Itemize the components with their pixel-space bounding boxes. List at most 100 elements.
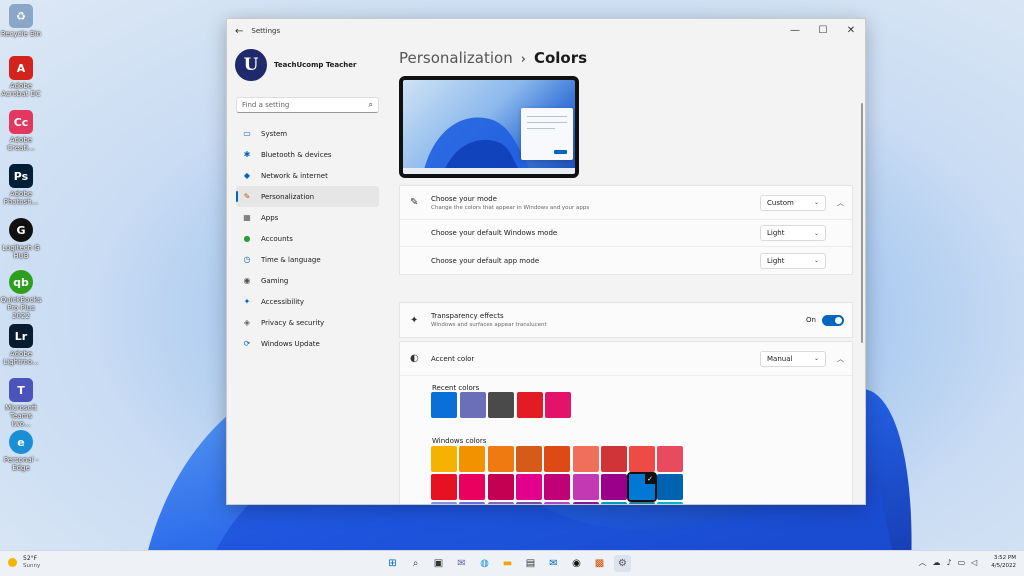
windows-color-swatch[interactable] [459, 502, 486, 504]
windows-color-swatch[interactable] [515, 502, 542, 504]
desktop-icon-lightroom[interactable]: Lr Adobe Lightroo... [0, 324, 42, 366]
microphone-icon[interactable]: ♪ [946, 558, 951, 567]
accent-color-row[interactable]: ◐ Accent color Manual ⌄ ︿ [400, 342, 852, 376]
chevron-up-icon[interactable]: ︿ [837, 198, 844, 208]
desktop-icon-quickbooks[interactable]: qb QuickBooks Pro Plus 2022 [0, 270, 42, 320]
desktop-icon-photoshop[interactable]: Ps Adobe Photosh... [0, 164, 42, 206]
mode-desc: Change the colors that appear in Windows… [431, 204, 590, 211]
windows-color-swatch[interactable] [629, 446, 656, 472]
desktop-icon-adobe-acrobat[interactable]: A Adobe Acrobat DC [0, 56, 42, 98]
sidebar-item-privacy-security[interactable]: ◈ Privacy & security [236, 312, 379, 333]
cloud-icon[interactable]: ☁ [932, 558, 940, 567]
windows-color-swatch[interactable] [600, 474, 627, 500]
windows-color-swatch[interactable] [544, 502, 571, 504]
breadcrumb-parent[interactable]: Personalization [399, 49, 513, 67]
sidebar-item-gaming[interactable]: ◉ Gaming [236, 270, 379, 291]
mail-icon[interactable]: ✉ [545, 555, 562, 572]
windows-color-swatch-selected[interactable]: ✓ [627, 472, 658, 502]
windows-color-swatch[interactable] [600, 502, 627, 504]
clock[interactable]: 3:52 PM 4/5/2022 [991, 554, 1016, 570]
windows-color-swatch[interactable] [600, 446, 627, 472]
desktop-icon-edge[interactable]: e Personal - Edge [0, 430, 42, 472]
windows-color-swatch[interactable] [515, 474, 542, 500]
theme-preview [399, 76, 579, 178]
profile[interactable]: U TeachUcomp Teacher [227, 43, 387, 87]
windows-color-swatch[interactable] [657, 502, 684, 504]
desktop-icon-label: Adobe Creati... [7, 136, 35, 152]
scrollbar[interactable] [861, 103, 863, 343]
close-icon[interactable]: ✕ [837, 19, 865, 41]
edge-icon[interactable]: ◍ [476, 555, 493, 572]
sidebar-item-network-internet[interactable]: ◆ Network & internet [236, 165, 379, 186]
back-arrow-icon[interactable]: ← [235, 26, 243, 37]
acrobat-icon: A [9, 56, 33, 80]
sidebar-item-personalization[interactable]: ✎ Personalization [236, 186, 379, 207]
recent-color-swatch[interactable] [459, 392, 486, 418]
edge-icon: e [9, 430, 33, 454]
recent-color-swatch[interactable] [488, 392, 514, 418]
transparency-state: On [806, 316, 816, 324]
maximize-icon[interactable]: ☐ [809, 19, 837, 41]
app-mode-value: Light [767, 256, 785, 265]
settings-window: ← Settings — ☐ ✕ U TeachUcomp Teacher Fi… [226, 18, 866, 505]
logitech-icon[interactable]: ◉ [568, 555, 585, 572]
windows-color-swatch[interactable] [487, 446, 514, 472]
chevron-up-icon[interactable]: ︿ [837, 354, 844, 364]
windows-color-swatch[interactable] [515, 446, 542, 472]
network-icon[interactable]: ▭ [958, 558, 966, 567]
chat-icon[interactable]: ✉ [453, 555, 470, 572]
start-icon[interactable]: ⊞ [384, 555, 401, 572]
sidebar-item-accounts[interactable]: ● Accounts [236, 228, 379, 249]
sidebar-item-windows-update[interactable]: ⟳ Windows Update [236, 333, 379, 354]
windows-color-swatch[interactable] [657, 446, 684, 472]
sidebar-item-time-language[interactable]: ◷ Time & language [236, 249, 379, 270]
desktop-icon-logitech[interactable]: G Logitech G HUB [0, 218, 42, 260]
windows-color-swatch[interactable] [431, 474, 457, 500]
paint-brush-icon: ✎ [410, 197, 419, 208]
search-input[interactable]: Find a setting ⌕ [236, 97, 379, 113]
choose-mode-row[interactable]: ✎ Choose your mode Change the colors tha… [400, 186, 852, 220]
camtasia-icon[interactable]: ▩ [591, 555, 608, 572]
clock-globe-icon: ◷ [243, 255, 251, 264]
task-view-icon[interactable]: ▣ [430, 555, 447, 572]
windows-color-swatch[interactable] [487, 474, 514, 500]
minimize-icon[interactable]: — [781, 19, 809, 41]
file-explorer-icon[interactable]: ▬ [499, 555, 516, 572]
windows-color-swatch[interactable] [459, 474, 486, 500]
taskbar-apps: ⊞ ⌕ ▣ ✉ ◍ ▬ ▤ ✉ ◉ ▩ ⚙ [384, 555, 631, 572]
windows-color-swatch[interactable] [629, 502, 656, 504]
desktop-icon-recycle-bin[interactable]: ♻ Recycle Bin [0, 4, 42, 38]
desktop-icon-label: QuickBooks Pro Plus 2022 [0, 296, 42, 320]
sidebar-item-label: Accessibility [261, 297, 305, 306]
windows-color-swatch[interactable] [572, 502, 599, 504]
windows-color-swatch[interactable] [487, 502, 514, 504]
sidebar-item-system[interactable]: ▭ System [236, 123, 379, 144]
windows-color-swatch[interactable] [459, 446, 486, 472]
desktop-icon-creative-cloud[interactable]: Cc Adobe Creati... [0, 110, 42, 152]
chevron-up-icon[interactable]: ︿ [918, 557, 926, 568]
recent-color-swatch[interactable] [545, 392, 571, 418]
recent-color-swatch[interactable] [431, 392, 457, 418]
search-icon[interactable]: ⌕ [407, 555, 424, 572]
weather-widget[interactable]: 52°F Sunny [8, 555, 40, 570]
windows-color-swatch[interactable] [544, 474, 571, 500]
recent-color-swatch[interactable] [516, 392, 543, 418]
store-icon[interactable]: ▤ [522, 555, 539, 572]
app-mode-dropdown[interactable]: Light ⌄ [760, 252, 826, 269]
windows-color-swatch[interactable] [431, 446, 457, 472]
transparency-toggle[interactable] [822, 314, 844, 326]
windows-color-swatch[interactable] [572, 474, 599, 500]
sidebar-item-accessibility[interactable]: ✦ Accessibility [236, 291, 379, 312]
settings-gear-icon[interactable]: ⚙ [614, 555, 631, 572]
accent-dropdown[interactable]: Manual ⌄ [760, 350, 826, 367]
windows-color-swatch[interactable] [572, 446, 599, 472]
windows-color-swatch[interactable] [657, 474, 684, 500]
sidebar-item-bluetooth-devices[interactable]: ✱ Bluetooth & devices [236, 144, 379, 165]
mode-dropdown[interactable]: Custom ⌄ [760, 194, 826, 211]
sidebar-item-apps[interactable]: ▦ Apps [236, 207, 379, 228]
windows-color-swatch[interactable] [544, 446, 571, 472]
volume-icon[interactable]: ◁ [971, 558, 977, 567]
desktop-icon-teams[interactable]: T Microsoft Teams (wo... [0, 378, 42, 428]
windows-mode-dropdown[interactable]: Light ⌄ [760, 225, 826, 241]
windows-color-swatch[interactable] [431, 502, 457, 504]
